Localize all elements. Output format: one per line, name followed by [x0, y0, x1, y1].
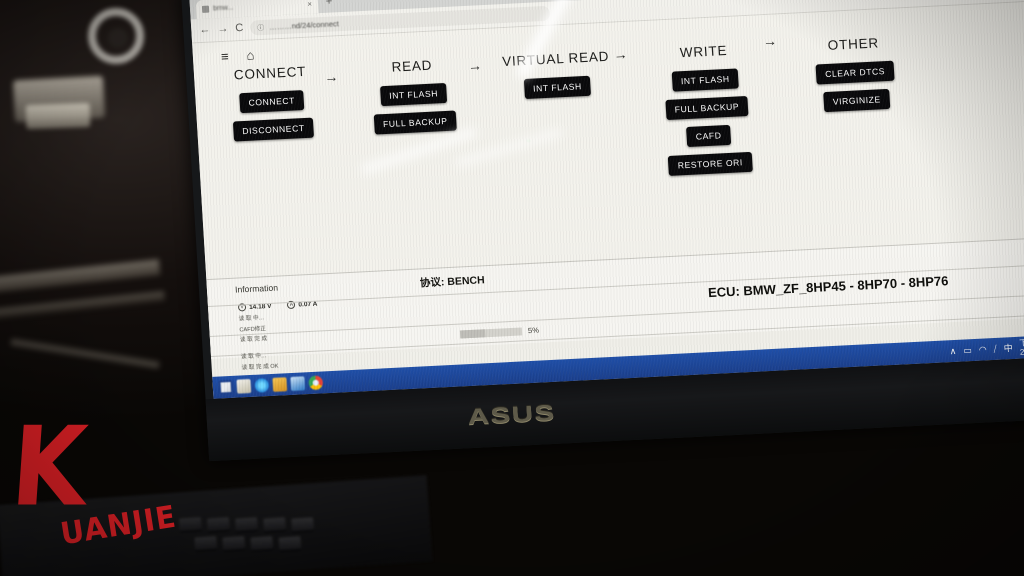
start-icon[interactable] [218, 379, 234, 395]
site-info-icon[interactable]: ⓘ [257, 22, 265, 32]
browser-tab-title: bmw... [212, 4, 234, 13]
favicon-icon [201, 5, 210, 13]
clock-time: 下午 04:47 [1019, 337, 1024, 348]
mail-icon[interactable] [290, 376, 306, 391]
disconnect-button[interactable]: DISCONNECT [232, 117, 315, 142]
volume-muted-icon[interactable]: ⧸ [993, 343, 997, 353]
information-panel: Information 协议: BENCH ECU: BMW_ZF_8HP45 … [206, 236, 1024, 388]
ime-indicator[interactable]: 中 [1003, 343, 1013, 353]
background-bar-object [0, 259, 161, 293]
flow-arrow-1: → [323, 68, 339, 85]
file-explorer-icon[interactable] [236, 379, 252, 394]
home-icon[interactable]: ⌂ [246, 47, 255, 62]
progress-bar-fill [459, 328, 486, 339]
wifi-icon[interactable]: ◠ [978, 344, 986, 354]
back-icon[interactable]: ← [199, 24, 211, 37]
chrome-icon[interactable] [308, 375, 324, 391]
read-int-flash-button[interactable]: INT FLASH [379, 82, 448, 107]
protocol-label: 协议: BENCH [419, 274, 486, 290]
cortana-icon[interactable] [254, 378, 270, 393]
taskbar-clock[interactable]: 下午 04:47 2021/5/6 [1019, 337, 1024, 357]
reload-icon[interactable]: C [235, 22, 244, 34]
background-rod-object [10, 338, 160, 369]
laptop-screen: bmw... × + ← → C ⓘ ………nd/24/connect ≡ ⌂ … [189, 0, 1024, 399]
write-restore-ori-button[interactable]: RESTORE ORI [668, 151, 753, 176]
column-title-connect: CONNECT [233, 63, 307, 83]
column-connect: CONNECT CONNECT DISCONNECT [216, 63, 332, 206]
column-title-write: WRITE [679, 42, 728, 61]
asus-logo: ASUS [466, 399, 557, 430]
background-plate-object-2 [25, 102, 91, 130]
address-bar-url: ………nd/24/connect [268, 19, 340, 32]
progress-percent-label: 5% [527, 325, 540, 336]
read-full-backup-button[interactable]: FULL BACKUP [373, 110, 458, 135]
system-tray: ∧ ▭ ◠ ⧸ 中 下午 04:47 2021/5/6 [949, 336, 1024, 360]
forward-icon[interactable]: → [217, 23, 229, 36]
watermark: K UANJIE [8, 403, 179, 552]
flow-arrow-2: → [467, 57, 483, 74]
column-title-read: READ [391, 57, 433, 75]
write-full-backup-button[interactable]: FULL BACKUP [665, 95, 749, 121]
virginize-button[interactable]: VIRGINIZE [823, 88, 891, 113]
write-cafd-button[interactable]: CAFD [686, 124, 731, 148]
web-app-page: ≡ ⌂ CONNECT CONNECT DISCONNECT → READ IN… [192, 0, 1024, 388]
battery-icon[interactable]: ▭ [963, 345, 972, 355]
clock-date: 2021/5/6 [1019, 346, 1024, 357]
clear-dtcs-button[interactable]: CLEAR DTCS [815, 60, 895, 85]
new-tab-icon[interactable]: + [325, 0, 332, 8]
background-bar-object-2 [0, 290, 166, 320]
column-title-other: OTHER [827, 35, 880, 53]
virtual-read-int-flash-button[interactable]: INT FLASH [523, 75, 592, 100]
background-ring-object [88, 8, 144, 64]
folder-icon[interactable] [272, 377, 288, 392]
connect-button[interactable]: CONNECT [239, 90, 305, 114]
close-tab-icon[interactable]: × [307, 0, 312, 9]
column-other: OTHER CLEAR DTCS VIRGINIZE [791, 34, 923, 178]
hamburger-menu-icon[interactable]: ≡ [221, 49, 229, 64]
column-title-virtual-read: VIRTUAL READ [501, 48, 610, 70]
flow-arrow-3: → [613, 45, 629, 63]
watermark-mark: K [7, 403, 91, 531]
column-read: READ INT FLASH FULL BACKUP [355, 56, 475, 199]
laptop: bmw... × + ← → C ⓘ ………nd/24/connect ≡ ⌂ … [181, 0, 1024, 462]
column-write: WRITE INT FLASH FULL BACKUP CAFD RESTORE… [643, 41, 771, 185]
chevron-up-icon[interactable]: ∧ [949, 345, 956, 355]
photo-scene: bmw... × + ← → C ⓘ ………nd/24/connect ≡ ⌂ … [0, 0, 1024, 576]
write-int-flash-button[interactable]: INT FLASH [671, 68, 740, 92]
flow-arrow-4: → [762, 32, 778, 50]
